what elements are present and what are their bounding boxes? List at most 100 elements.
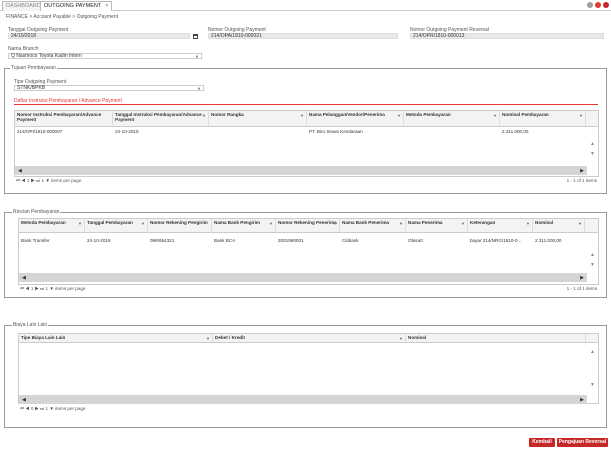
- scroll-right-icon[interactable]: ▶: [580, 275, 584, 281]
- col-bank-penerima[interactable]: Nama Bank Penerima ▼: [340, 219, 406, 232]
- kembali-button[interactable]: Kembali: [529, 438, 555, 447]
- chevron-down-icon[interactable]: ▼: [269, 221, 273, 226]
- chevron-down-icon[interactable]: ▼: [578, 221, 582, 226]
- rincian-page-info: 1 - 1 of 1 items: [566, 286, 597, 291]
- chevron-down-icon[interactable]: ▼: [579, 113, 583, 118]
- cell-tanggal-instruksi: 24-10-2018: [115, 129, 139, 134]
- horizontal-scrollbar[interactable]: ◀ ▶: [15, 166, 587, 175]
- tab-outgoing-payment-label: OUTGOING PAYMENT: [44, 3, 102, 9]
- col-nama-penerima[interactable]: Nama Penerima ▼: [406, 219, 468, 232]
- scroll-down-icon[interactable]: ▼: [590, 262, 595, 268]
- scroll-up-icon[interactable]: ▲: [590, 252, 595, 258]
- chevron-down-icon: ▼: [195, 54, 199, 59]
- scroll-left-icon[interactable]: ◀: [18, 168, 22, 174]
- biaya-pager: ⏮ ◀ 0 ▶ ⏭ 1 ▼ items per page: [20, 406, 86, 411]
- chevron-down-icon[interactable]: ▼: [399, 221, 403, 226]
- scroll-left-icon[interactable]: ◀: [22, 397, 26, 403]
- page-size-select[interactable]: 1: [45, 406, 48, 411]
- chevron-down-icon[interactable]: ▼: [526, 221, 530, 226]
- col-tipe-biaya[interactable]: Tipe Biaya Lain Lain ▼: [19, 334, 213, 342]
- close-icon[interactable]: ×: [105, 3, 108, 9]
- rincian-title: Rincian Pembayaran: [12, 209, 61, 215]
- minimize-icon[interactable]: [595, 2, 601, 8]
- first-page-icon[interactable]: ⏮: [20, 286, 24, 291]
- scroll-right-icon[interactable]: ▶: [580, 168, 584, 174]
- last-page-icon[interactable]: ⏭: [40, 286, 44, 291]
- prev-page-icon[interactable]: ◀: [25, 286, 29, 291]
- chevron-down-icon[interactable]: ▼: [399, 336, 403, 341]
- col-nomor-instruksi[interactable]: Nomor Instruksi Pembayaran/Advance Payme…: [15, 111, 113, 126]
- col-nominal-biaya[interactable]: Nominal: [406, 334, 586, 342]
- col-keterangan[interactable]: Keterangan ▼: [468, 219, 533, 232]
- scroll-up-icon[interactable]: ▲: [590, 349, 595, 355]
- restore-icon[interactable]: [587, 2, 593, 8]
- chevron-down-icon[interactable]: ▼: [206, 336, 210, 341]
- chevron-down-icon: ▼: [197, 86, 201, 91]
- col-label: Keterangan: [470, 220, 496, 225]
- col-nominal[interactable]: Nominal ▼: [533, 219, 585, 232]
- cell-nomor-instruksi: 214/OPI/1810-000007: [17, 129, 63, 134]
- instruksi-pager: ⏮ ◀ 1 ▶ ⏭ 1 ▼ items per page: [16, 178, 82, 183]
- page-number[interactable]: 0: [31, 406, 34, 411]
- first-page-icon[interactable]: ⏮: [20, 406, 24, 411]
- breadcrumb: FINANCE > Account Payable > Outgoing Pay…: [6, 14, 119, 20]
- chevron-down-icon[interactable]: ▼: [461, 221, 465, 226]
- col-metoda-pembayaran[interactable]: Metoda Pembayaran ▼: [404, 111, 500, 126]
- chevron-down-icon[interactable]: ▼: [202, 113, 206, 118]
- last-page-icon[interactable]: ⏭: [36, 178, 40, 183]
- pengajuan-reversal-button[interactable]: Pengajuan Reversal: [557, 438, 608, 447]
- scroll-up-icon[interactable]: ▲: [590, 141, 595, 147]
- nomor-reversal-field[interactable]: 214/OPR/1810-000013: [410, 33, 604, 39]
- chevron-down-icon[interactable]: ▼: [493, 113, 497, 118]
- scroll-down-icon[interactable]: ▼: [590, 382, 595, 388]
- first-page-icon[interactable]: ⏮: [16, 178, 20, 183]
- scroll-right-icon[interactable]: ▶: [580, 397, 584, 403]
- col-bank-pengirim[interactable]: Nama Bank Pengirim ▼: [212, 219, 276, 232]
- chevron-down-icon[interactable]: ▼: [397, 113, 401, 118]
- tipe-value: STNK/BPKB: [17, 85, 46, 91]
- next-page-icon[interactable]: ▶: [31, 178, 35, 183]
- col-metoda[interactable]: Metoda Pembayaran ▼: [19, 219, 85, 232]
- col-tanggal-instruksi[interactable]: Tanggal Instruksi Pembayaran/Advance Pay…: [113, 111, 209, 126]
- page-number[interactable]: 1: [27, 178, 30, 183]
- cell-metoda: Bank Transfer: [21, 238, 50, 243]
- col-label: Nama Bank Penerima: [342, 220, 389, 225]
- branch-select[interactable]: Q Nasmoco Toyota Kadin Intern ▼: [8, 53, 202, 59]
- chevron-down-icon[interactable]: ▼: [141, 221, 145, 226]
- next-page-icon[interactable]: ▶: [35, 286, 39, 291]
- tab-outgoing-payment[interactable]: OUTGOING PAYMENT ×: [40, 1, 113, 11]
- scroll-down-icon[interactable]: ▼: [590, 151, 595, 157]
- cell-keterangan: bayar 214/NRG/1810-0...: [470, 238, 522, 243]
- col-debet-kredit[interactable]: Debet / Kredit ▼: [213, 334, 406, 342]
- biaya-grid: Tipe Biaya Lain Lain ▼ Debet / Kredit ▼ No…: [18, 333, 599, 404]
- page-size-caret-icon[interactable]: ▼: [49, 286, 54, 291]
- prev-page-icon[interactable]: ◀: [21, 178, 25, 183]
- prev-page-icon[interactable]: ◀: [25, 406, 29, 411]
- col-nama-pelanggan[interactable]: Nama Pelanggan/Vendor/Penerima ▼: [307, 111, 404, 126]
- col-rek-pengirim[interactable]: Nomor Rekening Pengirim: [148, 219, 212, 232]
- chevron-down-icon[interactable]: ▼: [300, 113, 304, 118]
- col-nominal-pembayaran[interactable]: Nominal Pembayaran ▼: [500, 111, 586, 126]
- col-rek-penerima[interactable]: Nomor Rekening Penerima ▼: [276, 219, 340, 232]
- tanggal-field[interactable]: 24/10/2018: [8, 33, 190, 39]
- nomor-field[interactable]: 214/OPA/1810-000021: [208, 33, 398, 39]
- next-page-icon[interactable]: ▶: [35, 406, 39, 411]
- col-tanggal-pembayaran[interactable]: Tanggal Pembayaran ▼: [85, 219, 148, 232]
- horizontal-scrollbar[interactable]: ◀ ▶: [19, 395, 587, 404]
- scroll-left-icon[interactable]: ◀: [22, 275, 26, 281]
- chevron-down-icon[interactable]: ▼: [78, 221, 82, 226]
- close-window-icon[interactable]: [603, 2, 609, 8]
- page-size-select[interactable]: 1: [41, 178, 44, 183]
- page-size-caret-icon[interactable]: ▼: [49, 406, 54, 411]
- col-nomor-rangka[interactable]: Nomor Rangka ▼: [209, 111, 307, 126]
- horizontal-scrollbar[interactable]: ◀ ▶: [19, 273, 587, 282]
- page-size-select[interactable]: 1: [45, 286, 48, 291]
- calendar-icon[interactable]: [193, 34, 198, 39]
- tipe-select[interactable]: STNK/BPKB ▼: [14, 85, 204, 91]
- page-number[interactable]: 1: [31, 286, 34, 291]
- col-label: Nomor Rekening Pengirim: [150, 220, 208, 225]
- tab-dashboard[interactable]: DASHBOARD: [2, 1, 45, 11]
- last-page-icon[interactable]: ⏭: [40, 406, 44, 411]
- page-size-caret-icon[interactable]: ▼: [45, 178, 50, 183]
- chevron-down-icon[interactable]: ▼: [333, 221, 337, 226]
